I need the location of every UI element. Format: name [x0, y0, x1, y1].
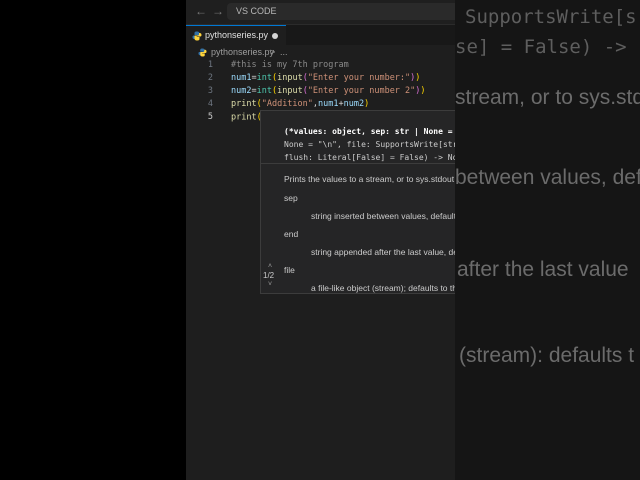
- tab-label: pythonseries.py: [205, 30, 269, 40]
- signature-line: flush: Literal[False] = False) -> None: [284, 153, 455, 162]
- code-token: print: [231, 99, 257, 109]
- code-line: 3 num2=int(input("Enter your number 2")): [186, 86, 455, 99]
- code-token: "Enter your number:": [307, 73, 411, 83]
- code-token: "Enter your number 2": [307, 86, 416, 96]
- vscode-window: ← → VS CODE pythonseries.py pythonseries…: [186, 0, 455, 480]
- doc-param-name: file: [284, 265, 295, 275]
- code-token: "Addition": [261, 99, 313, 109]
- video-letterbox-left: [0, 0, 186, 480]
- code-token: num2: [231, 86, 252, 96]
- bg-text-line: stream, or to sys.std: [455, 86, 640, 109]
- line-number: 4: [207, 99, 213, 109]
- chevron-down-icon[interactable]: ˅: [268, 281, 272, 288]
- code-text: num2=int(input("Enter your number 2")): [231, 86, 426, 96]
- python-file-icon: [192, 31, 202, 41]
- code-token: int: [256, 86, 272, 96]
- tab-pythonseries[interactable]: pythonseries.py: [186, 25, 286, 46]
- chevron-up-icon[interactable]: ˄: [268, 263, 272, 270]
- doc-param-desc: string appended after the last value, de…: [311, 247, 455, 257]
- zoomed-background: SupportsWrite[s se] = False) -> stream, …: [455, 0, 640, 480]
- breadcrumb-more[interactable]: ...: [280, 47, 288, 57]
- title-bar: ← → VS CODE: [186, 0, 455, 25]
- code-token: input: [277, 86, 303, 96]
- code-text: print("Addition",num1+num2): [231, 99, 369, 109]
- bg-text-line: (stream): defaults t: [459, 344, 635, 367]
- search-label: VS CODE: [236, 6, 277, 16]
- bg-text-line: SupportsWrite[s: [465, 6, 637, 28]
- doc-param-desc: string inserted between values, default …: [311, 211, 455, 221]
- line-number: 3: [207, 86, 213, 96]
- back-arrow-icon[interactable]: ←: [195, 4, 207, 18]
- code-token: ): [415, 73, 421, 83]
- popup-divider: [261, 163, 455, 164]
- code-token: ): [364, 99, 370, 109]
- breadcrumb: pythonseries.py > ...: [186, 46, 455, 60]
- code-token: print: [231, 112, 257, 123]
- code-line: 1 #this is my 7th program: [186, 60, 455, 73]
- code-token: input: [277, 73, 303, 83]
- bg-text-line: se] = False) ->: [455, 36, 627, 58]
- doc-description: Prints the values to a stream, or to sys…: [284, 174, 455, 184]
- code-token: num1: [231, 73, 252, 83]
- overload-counter: 1/2: [263, 271, 275, 280]
- code-text: num1=int(input("Enter your number:")): [231, 73, 420, 83]
- code-token: num2: [343, 99, 365, 109]
- line-number: 2: [207, 73, 213, 83]
- signature-line: (*values: object, sep: str | None = " ",…: [284, 127, 455, 136]
- bg-text-line: after the last value: [457, 258, 629, 281]
- code-token: ): [420, 86, 426, 96]
- python-file-icon: [198, 48, 207, 57]
- breadcrumb-separator: >: [270, 47, 276, 57]
- doc-param-name: sep: [284, 193, 298, 203]
- command-center-search[interactable]: VS CODE: [227, 3, 455, 20]
- bg-text-line: between values, defa: [455, 166, 640, 189]
- line-number: 5: [207, 112, 213, 122]
- doc-param-name: end: [284, 229, 299, 239]
- code-text: #this is my 7th program: [231, 60, 349, 70]
- tab-bar: pythonseries.py: [186, 25, 455, 46]
- signature-help-popup: (*values: object, sep: str | None = " ",…: [260, 110, 455, 294]
- line-number: 1: [207, 60, 213, 70]
- code-line: 2 num1=int(input("Enter your number:")): [186, 73, 455, 86]
- code-token: num1: [318, 99, 339, 109]
- signature-line: None = "\n", file: SupportsWrite[str] | …: [284, 140, 455, 149]
- doc-param-desc: a file-like object (stream); defaults to…: [311, 283, 455, 293]
- unsaved-dot-icon[interactable]: [272, 33, 278, 39]
- forward-arrow-icon[interactable]: →: [212, 4, 224, 18]
- signature-active-param: (*values: object, sep: str | None = " ",…: [284, 127, 455, 136]
- breadcrumb-file[interactable]: pythonseries.py: [211, 47, 274, 57]
- code-token: int: [256, 73, 272, 83]
